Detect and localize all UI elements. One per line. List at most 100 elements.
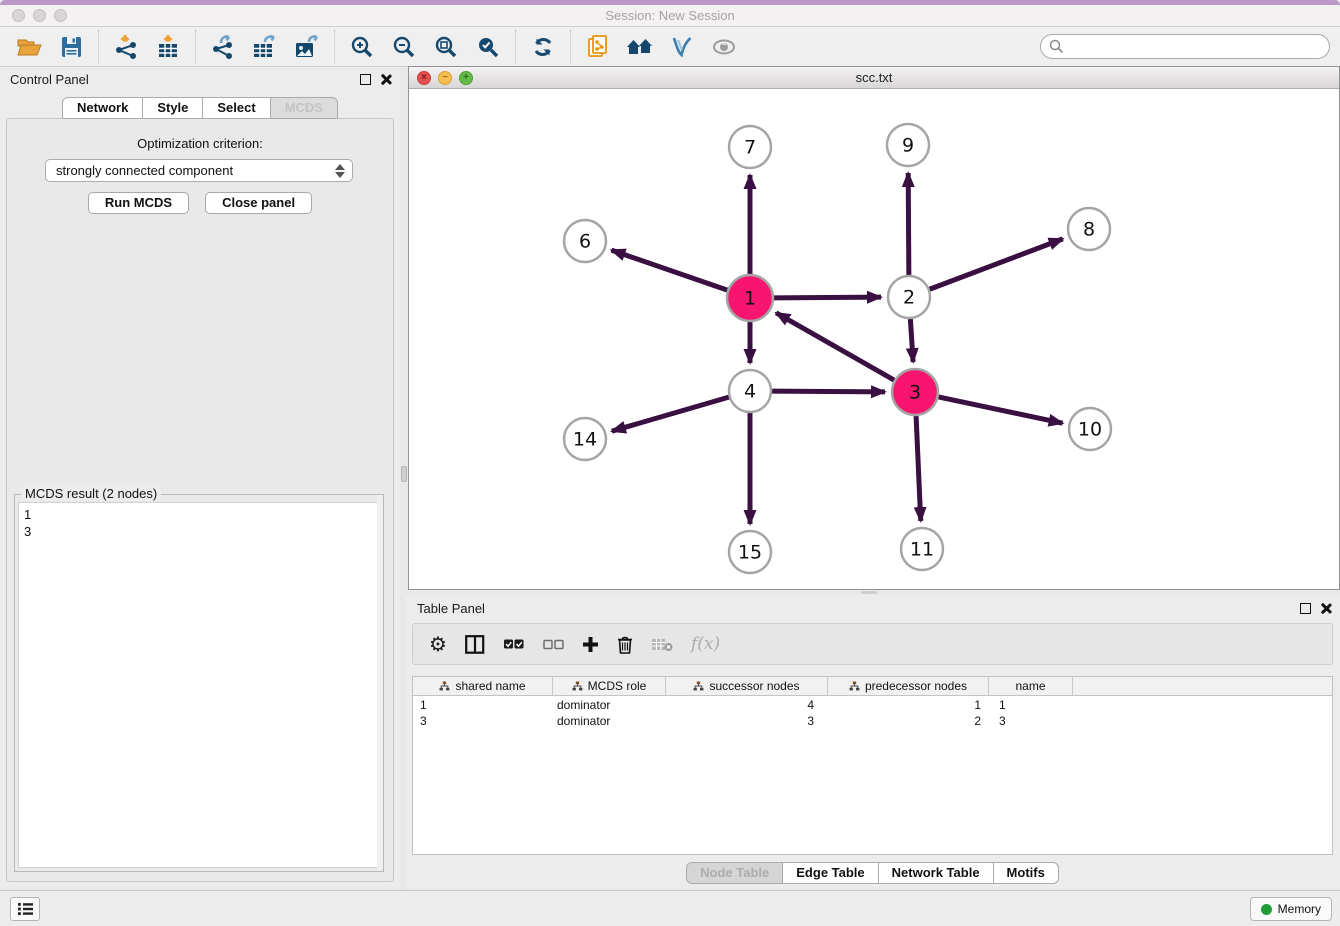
network-title: scc.txt [409,70,1339,85]
cell-name[interactable]: 1 [989,697,1073,713]
chevron-updown-icon [335,163,345,179]
column-header-name[interactable]: name [989,677,1073,695]
table-panel-title: Table Panel [417,601,485,616]
float-panel-icon[interactable] [1300,603,1311,614]
delete-table-icon[interactable] [651,629,673,659]
column-type-icon [572,681,583,691]
graph-edge-1-2[interactable] [774,297,881,298]
zoom-in-icon[interactable] [345,32,379,62]
network-canvas[interactable]: 7968124314101511 [409,89,1339,589]
export-table-icon[interactable] [248,32,282,62]
export-image-icon[interactable] [290,32,324,62]
toolbar-separator [515,30,516,64]
function-builder-icon[interactable]: f(x) [691,629,720,659]
close-panel-icon[interactable] [1320,602,1332,614]
graph-node-label-15: 15 [738,542,762,564]
show-columns-icon[interactable] [465,629,485,659]
cell-mcds-role[interactable]: dominator [553,713,666,729]
mcds-result-text[interactable]: 1 3 [18,502,380,868]
graph-edge-2-9[interactable] [908,173,909,275]
vizmapper-icon[interactable] [665,32,699,62]
graph-node-label-8: 8 [1083,219,1095,241]
zoom-selected-icon[interactable] [471,32,505,62]
cell-shared-name[interactable]: 3 [413,713,553,729]
cell-successor-nodes[interactable]: 4 [666,697,828,713]
cell-mcds-role[interactable]: dominator [553,697,666,713]
graph-edge-3-11[interactable] [916,416,921,521]
close-panel-icon[interactable] [380,73,392,85]
optimization-criterion-label: Optimization criterion: [0,136,400,151]
unselect-all-columns-icon[interactable] [543,629,564,659]
main-toolbar [0,27,1340,67]
close-panel-button[interactable]: Close panel [205,192,312,214]
home-icon[interactable] [623,32,657,62]
control-panel-tabs: Network Style Select MCDS [0,97,400,119]
list-icon [17,902,34,916]
zoom-fit-icon[interactable] [429,32,463,62]
table-header-row: shared name MCDS role successor nodes pr… [413,677,1332,696]
network-graph[interactable]: 7968124314101511 [409,89,1339,589]
tab-edge-table[interactable]: Edge Table [783,862,878,884]
app-title: Session: New Session [0,8,1340,23]
memory-button[interactable]: Memory [1250,897,1332,921]
cell-predecessor-nodes[interactable]: 2 [828,713,989,729]
search-icon [1049,39,1064,54]
table-tabs: Node Table Edge Table Network Table Moti… [405,862,1340,884]
hide-eye-icon[interactable] [707,32,741,62]
select-all-columns-icon[interactable] [503,629,525,659]
import-table-icon[interactable] [151,32,185,62]
search-input[interactable] [1040,34,1330,59]
refresh-icon[interactable] [526,32,560,62]
clone-network-icon[interactable] [581,32,615,62]
tab-style[interactable]: Style [143,97,203,119]
graph-edge-2-8[interactable] [930,239,1063,289]
node-table: shared name MCDS role successor nodes pr… [412,676,1333,855]
table-row[interactable]: 3 dominator 3 2 3 [413,713,1332,729]
tab-mcds[interactable]: MCDS [271,97,338,119]
column-type-icon [693,681,704,691]
graph-edge-3-1[interactable] [776,313,894,380]
graph-node-label-10: 10 [1078,419,1102,441]
create-column-icon[interactable] [582,629,599,659]
graph-edge-4-14[interactable] [612,397,729,431]
toolbar-separator [334,30,335,64]
graph-edge-3-10[interactable] [938,397,1062,423]
export-network-icon[interactable] [206,32,240,62]
table-row[interactable]: 1 dominator 4 1 1 [413,697,1332,713]
splitter-grip[interactable] [861,591,877,594]
toolbar-separator [570,30,571,64]
column-header-predecessor-nodes[interactable]: predecessor nodes [828,677,989,695]
scrollbar[interactable] [377,495,383,871]
cell-predecessor-nodes[interactable]: 1 [828,697,989,713]
network-window-titlebar[interactable]: × − + scc.txt [409,67,1339,89]
run-mcds-button[interactable]: Run MCDS [88,192,189,214]
zoom-out-icon[interactable] [387,32,421,62]
task-history-button[interactable] [10,897,40,921]
tab-network-table[interactable]: Network Table [879,862,994,884]
column-header-shared-name[interactable]: shared name [413,677,553,695]
table-toolbar: ⚙ f(x) [412,623,1333,665]
graph-edge-2-3[interactable] [910,319,913,362]
tab-network[interactable]: Network [62,97,143,119]
cell-name[interactable]: 3 [989,713,1073,729]
column-header-mcds-role[interactable]: MCDS role [553,677,666,695]
graph-edge-4-3[interactable] [772,391,885,392]
tab-select[interactable]: Select [203,97,270,119]
open-session-icon[interactable] [12,32,46,62]
criterion-select[interactable]: strongly connected component [45,159,353,182]
cell-shared-name[interactable]: 1 [413,697,553,713]
table-options-icon[interactable]: ⚙ [429,629,447,659]
import-network-icon[interactable] [109,32,143,62]
column-header-successor-nodes[interactable]: successor nodes [666,677,828,695]
save-session-icon[interactable] [54,32,88,62]
column-type-icon [849,681,860,691]
criterion-value: strongly connected component [56,163,233,178]
splitter-grip[interactable] [401,466,407,482]
graph-node-label-4: 4 [744,381,756,403]
tab-node-table[interactable]: Node Table [686,862,783,884]
cell-successor-nodes[interactable]: 3 [666,713,828,729]
delete-column-icon[interactable] [617,629,633,659]
float-panel-icon[interactable] [360,74,371,85]
tab-motifs[interactable]: Motifs [994,862,1059,884]
graph-edge-1-6[interactable] [611,250,727,290]
